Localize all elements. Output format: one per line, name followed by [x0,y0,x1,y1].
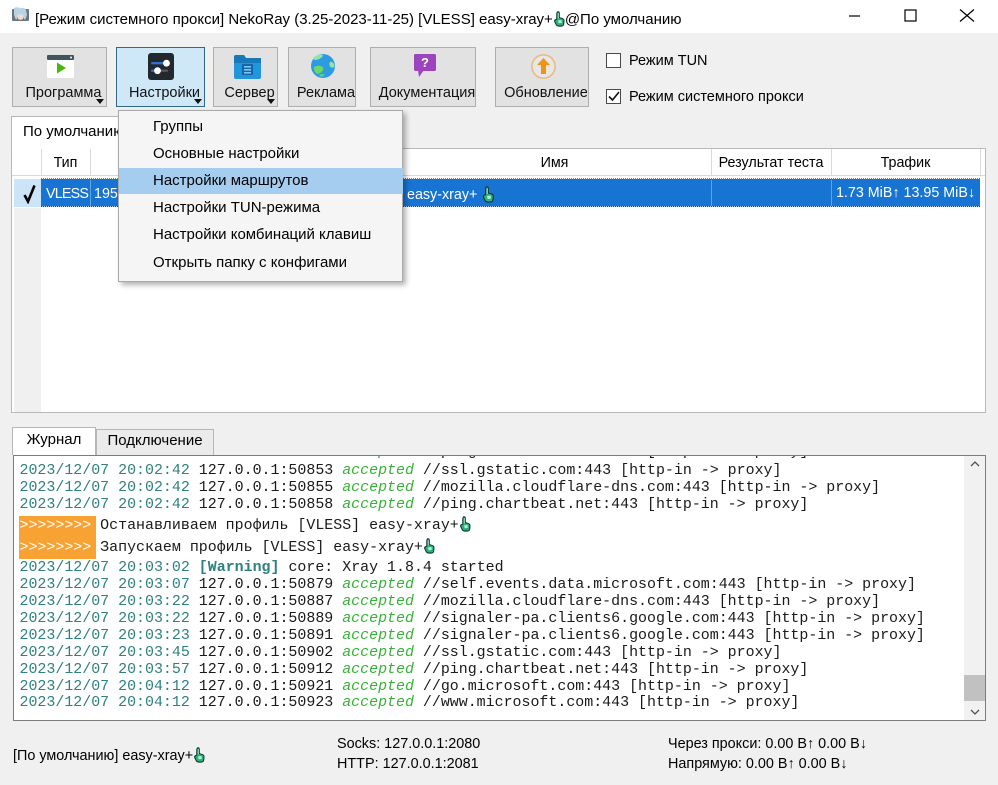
svg-text:?: ? [421,55,429,70]
